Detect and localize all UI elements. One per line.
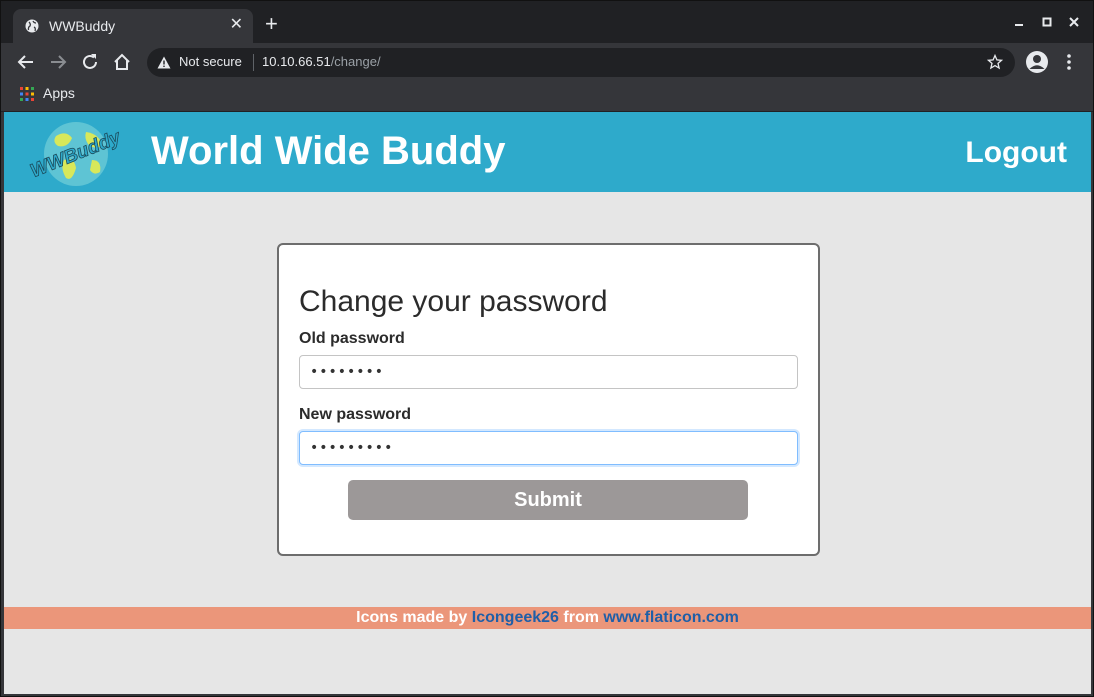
browser-tab[interactable]: WWBuddy ✕ <box>13 9 253 43</box>
url-host: 10.10.66.51 <box>262 54 331 69</box>
page-viewport: WWBuddy World Wide Buddy Logout Change y… <box>4 112 1091 694</box>
site-header: WWBuddy World Wide Buddy Logout <box>4 112 1091 192</box>
back-icon[interactable] <box>15 51 37 73</box>
close-icon[interactable] <box>1067 15 1081 29</box>
new-tab-button[interactable]: + <box>265 13 278 35</box>
footer-credits: Icons made by Icongeek26 from www.flatic… <box>4 607 1091 629</box>
footer-source-link[interactable]: www.flaticon.com <box>603 609 738 626</box>
footer-author-link[interactable]: Icongeek26 <box>472 609 559 626</box>
footer-prefix: Icons made by <box>356 609 468 626</box>
address-bar[interactable]: Not secure 10.10.66.51/change/ <box>147 48 1015 77</box>
warning-icon <box>157 56 171 69</box>
old-password-label: Old password <box>299 330 405 347</box>
maximize-icon[interactable] <box>1040 15 1054 29</box>
tab-strip: WWBuddy ✕ + <box>1 1 1093 43</box>
site-title: World Wide Buddy <box>151 129 506 173</box>
change-password-card: Change your password Old password New pa… <box>277 243 820 556</box>
bookmarks-bar: Apps <box>1 81 1093 112</box>
menu-icon[interactable] <box>1063 52 1075 72</box>
new-password-label: New password <box>299 406 412 423</box>
url-text[interactable]: 10.10.66.51/change/ <box>262 54 381 69</box>
omnibox-divider <box>253 54 254 71</box>
browser-toolbar: Not secure 10.10.66.51/change/ <box>1 43 1093 81</box>
security-label[interactable]: Not secure <box>179 54 242 69</box>
profile-icon[interactable] <box>1025 50 1049 74</box>
wwbuddy-logo[interactable]: WWBuddy <box>28 116 124 188</box>
footer-middle: from <box>563 609 599 626</box>
url-path: /change/ <box>330 54 381 69</box>
old-password-field[interactable] <box>299 355 798 389</box>
apps-icon[interactable] <box>20 87 34 101</box>
home-icon[interactable] <box>111 51 133 73</box>
new-password-field[interactable] <box>299 431 798 465</box>
tab-title: WWBuddy <box>49 18 116 34</box>
forward-icon[interactable] <box>47 51 69 73</box>
submit-button[interactable]: Submit <box>348 480 748 520</box>
apps-bookmark[interactable]: Apps <box>43 85 75 101</box>
star-icon[interactable] <box>987 54 1003 70</box>
minimize-icon[interactable] <box>1012 15 1026 29</box>
page-title: Change your password <box>299 285 608 318</box>
globe-icon <box>25 19 39 33</box>
browser-window: WWBuddy ✕ + Not secure 10.10.66.51/chang… <box>0 0 1094 697</box>
reload-icon[interactable] <box>79 51 101 73</box>
tab-close-icon[interactable]: ✕ <box>230 16 243 34</box>
logout-link[interactable]: Logout <box>965 136 1067 170</box>
